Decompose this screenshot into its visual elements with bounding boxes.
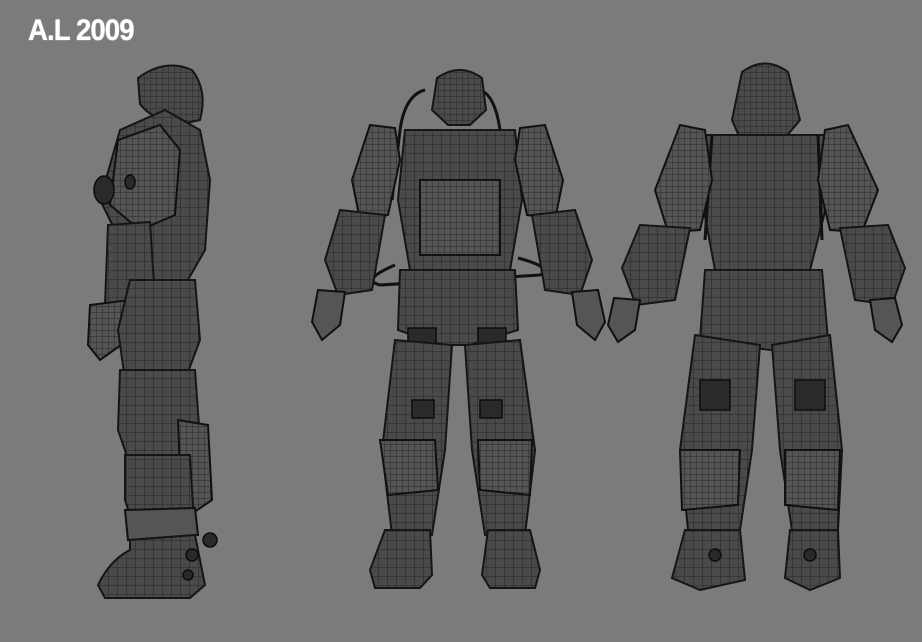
wireframe-render [86, 62, 907, 599]
front-view-armor-suit [310, 69, 607, 589]
back-view-armor-suit [606, 62, 907, 592]
side-view-armor-suit [86, 64, 218, 599]
